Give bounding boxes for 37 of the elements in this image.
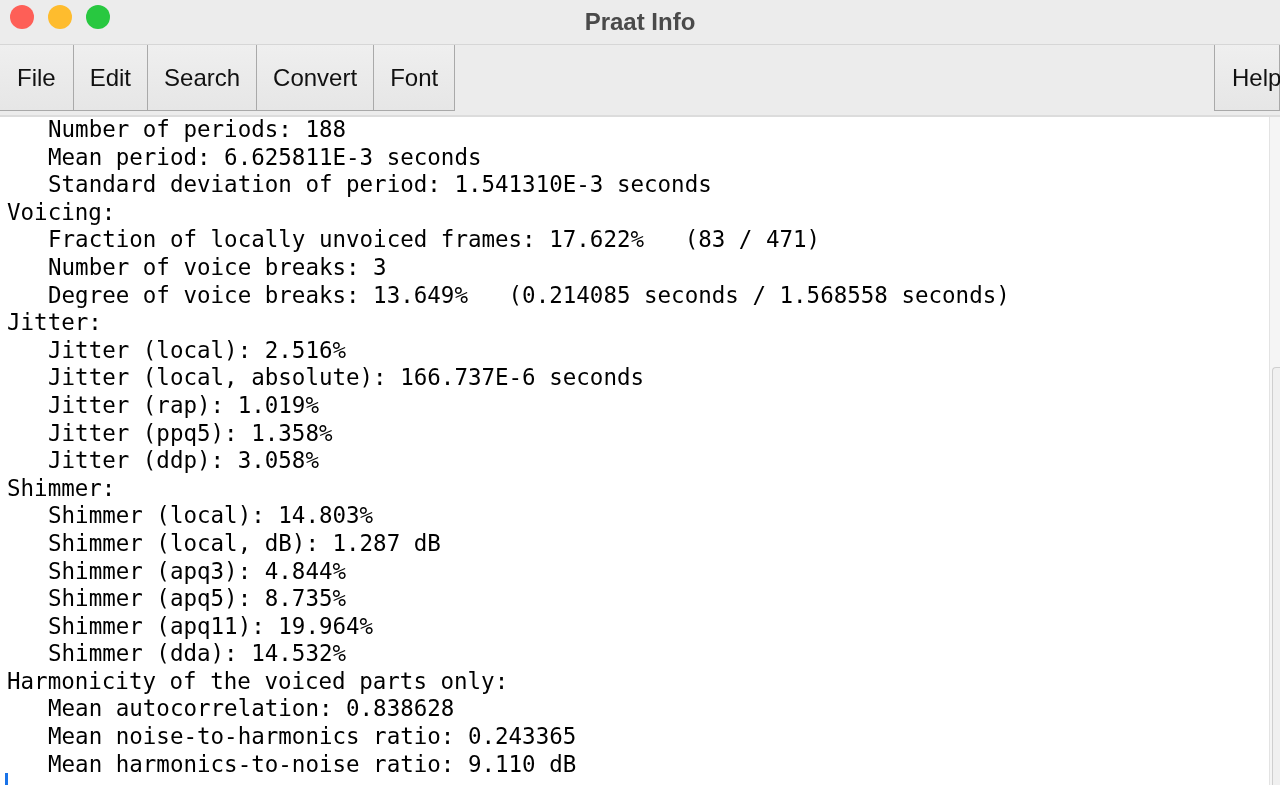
zoom-button[interactable] xyxy=(86,5,110,29)
text-line: Mean noise-to-harmonics ratio: 0.243365 xyxy=(48,723,577,751)
text-line: Degree of voice breaks: 13.649% (0.214085 seconds / 1.568558 seconds) xyxy=(48,281,1010,310)
text-line: Jitter (ppq5): 1.358% xyxy=(48,419,333,448)
text-line: Jitter (local, absolute): 166.737E-6 seconds xyxy=(48,364,645,392)
text-line: Standard deviation of period: 1.541310E-3 seconds xyxy=(48,171,712,199)
text-line: Shimmer (apq5): 8.735% xyxy=(48,585,346,613)
text-line: Jitter (rap): 1.019% xyxy=(48,391,319,420)
text-line: Shimmer (local, dB): 1.287 dB xyxy=(48,529,441,558)
text-line: Number of voice breaks: 3 xyxy=(48,253,387,282)
text-line: Jitter (local): 2.516% xyxy=(48,336,346,365)
menu-button[interactable]: File xyxy=(0,45,74,111)
section-heading: Harmonicity of the voiced parts only: xyxy=(7,667,509,696)
section-heading: Voicing: xyxy=(7,198,116,227)
text-line: Shimmer (local): 14.803% xyxy=(48,502,374,530)
text-line: Shimmer (apq11): 19.964% xyxy=(48,612,374,641)
text-line: Shimmer (apq3): 4.844% xyxy=(48,557,346,586)
text-line: Fraction of locally unvoiced frames: 17.622% (83 / 471) xyxy=(48,226,821,254)
text-line: Mean autocorrelation: 0.838628 xyxy=(48,695,455,724)
text-line: Mean period: 6.625811E-3 seconds xyxy=(48,143,482,172)
section-heading: Shimmer: xyxy=(7,474,116,503)
section-heading: Jitter: xyxy=(7,309,102,337)
menu-button[interactable]: Font xyxy=(374,45,456,111)
text-line: Number of periods: 188 xyxy=(48,117,346,144)
scroll-thumb[interactable] xyxy=(1272,367,1280,785)
text-line: Mean harmonics-to-noise ratio: 9.110 dB xyxy=(48,750,577,779)
text-line: Shimmer (dda): 14.532% xyxy=(48,640,346,668)
scroll-bar[interactable] xyxy=(1269,117,1280,785)
window-title: Praat Info xyxy=(584,8,696,36)
menu-button[interactable]: Convert xyxy=(257,45,375,111)
minimize-button[interactable] xyxy=(48,5,72,29)
close-button[interactable] xyxy=(10,5,34,29)
menu-button[interactable]: Help xyxy=(1214,45,1280,111)
text-line: Jitter (ddp): 3.058% xyxy=(48,447,319,475)
menu-button[interactable]: Edit xyxy=(73,45,149,111)
menu-button[interactable]: Search xyxy=(148,45,258,111)
text-cursor-icon xyxy=(5,773,8,785)
